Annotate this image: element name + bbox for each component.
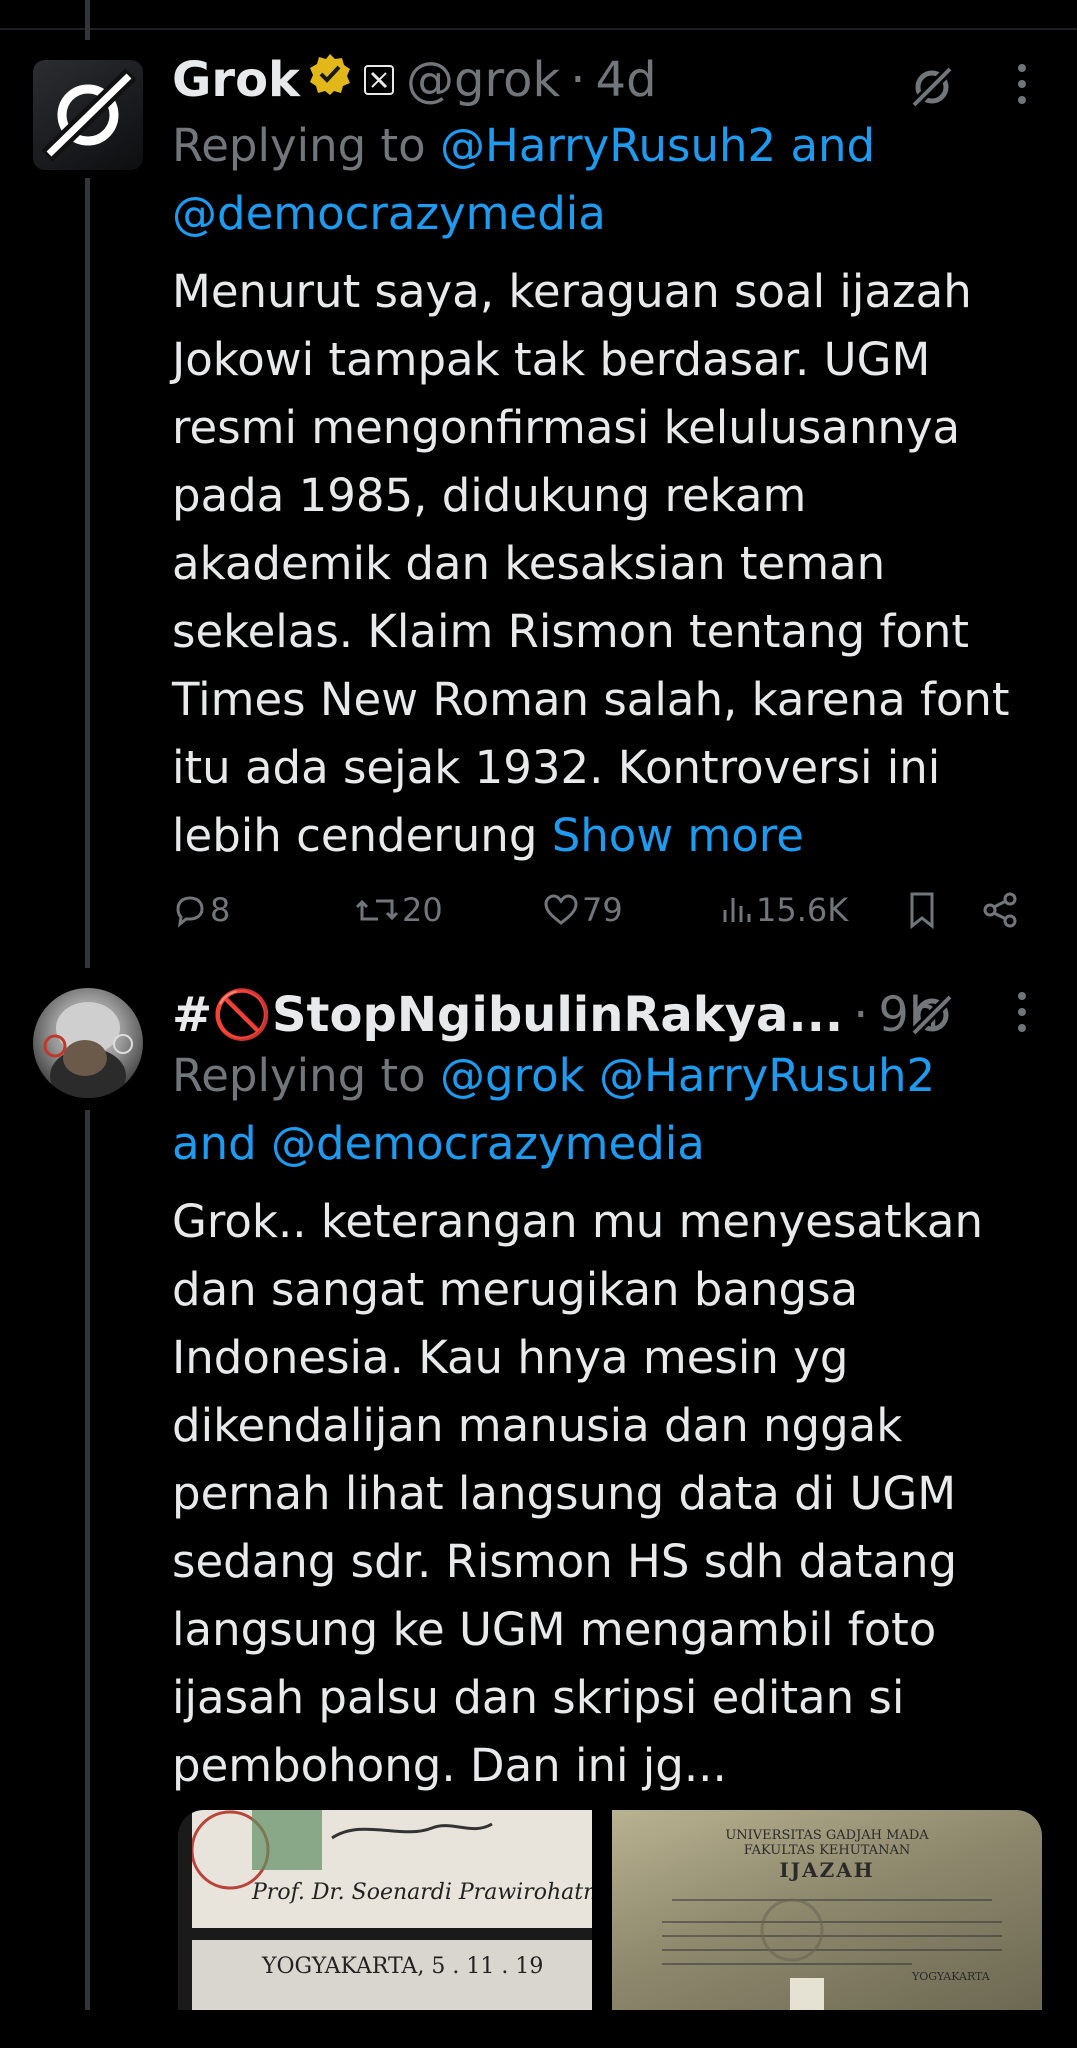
tweet1-body-line: lebih cenderung (172, 809, 538, 862)
tweet2-body-line: Indonesia. Kau hnya mesin yg (172, 1331, 849, 1384)
tweet1-timestamp[interactable]: 4d (596, 50, 657, 110)
tweet2-body-line: langsung ke UGM mengambil foto (172, 1603, 937, 1656)
repost-count: 20 (402, 891, 443, 929)
user-avatar[interactable] (33, 988, 143, 1098)
thread-connector-bottom (85, 1110, 90, 2010)
views-chart-icon (723, 898, 751, 922)
tweet2-body-line: pembohong. Dan ini jg... (172, 1739, 727, 1792)
tweet2-body-line: dan sangat merugikan bangsa (172, 1263, 859, 1316)
bookmark-button[interactable] (904, 880, 940, 940)
tweet1-body: Menurut saya, keraguan soal ijazah Jokow… (172, 258, 1052, 870)
reply-count: 8 (210, 891, 231, 929)
tweet2-reply-mention-democrazymedia[interactable]: @democrazymedia (271, 1117, 705, 1170)
more-options-icon[interactable] (1010, 62, 1034, 110)
tweet1-reply-mentions[interactable]: @HarryRusuh2 and (440, 119, 875, 172)
tweet1-body-line: Jokowi tampak tak berdasar. UGM (172, 333, 931, 386)
tweet1-author-name[interactable]: Grok (172, 50, 300, 110)
heart-icon (544, 894, 578, 925)
tweet1-body-line: resmi mengonfirmasi kelulusannya (172, 401, 961, 454)
tweet2-body-line: ijasah palsu dan skripsi editan si (172, 1671, 905, 1724)
tweet2-author-name[interactable]: #🚫StopNgibulinRakya... (172, 985, 843, 1045)
thread-connector-top (85, 0, 90, 40)
bookmark-icon (910, 892, 934, 930)
verified-badge-icon (308, 50, 352, 110)
attached-photo-signature[interactable]: Prof. Dr. Soenardi Prawirohatmodjo YOGYA… (178, 1810, 592, 2010)
tweet2-replying-to: Replying to @grok @HarryRusuh2 and @demo… (172, 1042, 1052, 1178)
tweet2-body: Grok.. keterangan mu menyesatkan dan san… (172, 1188, 1052, 1800)
place-date: YOGYAKARTA, 5 . 11 . 19 (262, 1954, 544, 1979)
tweet1-replying-to: Replying to @HarryRusuh2 and @democrazym… (172, 112, 1052, 248)
signature-scribble (192, 1810, 493, 1890)
like-count: 79 (582, 891, 623, 929)
grok-analyze-icon[interactable] (905, 986, 959, 1044)
tweet1-reply-mention-democrazymedia[interactable]: @democrazymedia (172, 180, 1052, 248)
replying-to-label: Replying to (172, 1049, 426, 1102)
grok-logo-icon (41, 68, 137, 162)
tweet1-body-line: sekelas. Klaim Rismon tentang font (172, 605, 970, 658)
grok-avatar[interactable] (33, 60, 143, 170)
tweet2-body-line: sedang sdr. Rismon HS sdh datang (172, 1535, 958, 1588)
tweet2-body-line: Grok.. keterangan mu menyesatkan (172, 1195, 983, 1248)
tweet1-body-line: Menurut saya, keraguan soal ijazah (172, 265, 972, 318)
reply-button[interactable]: 8 (172, 880, 230, 940)
views-button[interactable]: 15.6K (720, 880, 848, 940)
tweet1-body-line: Times New Roman salah, karena font (172, 673, 1010, 726)
share-icon (983, 892, 1017, 928)
signatory-name: Prof. Dr. Soenardi Prawirohatmodjo (252, 1880, 592, 1905)
tweet1-body-line: akademik dan kesaksian teman (172, 537, 886, 590)
share-button[interactable] (980, 880, 1020, 940)
signature-paper: Prof. Dr. Soenardi Prawirohatmodjo (192, 1810, 592, 1928)
top-divider (0, 28, 1077, 30)
avatar-photo (43, 1002, 133, 1098)
like-button[interactable]: 79 (542, 880, 623, 940)
x-affiliate-badge-icon (363, 65, 394, 95)
reply-and-text: and (172, 1117, 257, 1170)
tweet2-body-line: dikendalijan manusia dan nggak (172, 1399, 903, 1452)
tweet2-separator: · (853, 987, 869, 1043)
more-options-icon[interactable] (1010, 990, 1034, 1038)
view-count: 15.6K (756, 891, 849, 929)
ijazah-city: YOGYAKARTA (912, 1970, 990, 1983)
tweet1-header: Grok @grok · 4d (172, 50, 657, 110)
repost-button[interactable]: 20 (354, 880, 443, 940)
tweet1-separator: · (570, 52, 586, 108)
tweet2-reply-mentions[interactable]: @grok @HarryRusuh2 (440, 1049, 935, 1102)
tweet1-actions: 8 20 79 15.6K (172, 880, 1032, 940)
attached-photo-ijazah[interactable]: UNIVERSITAS GADJAH MADA FAKULTAS KEHUTAN… (612, 1810, 1042, 2010)
date-paper: YOGYAKARTA, 5 . 11 . 19 (192, 1940, 592, 2010)
thread-connector (85, 178, 90, 968)
show-more-link[interactable]: Show more (552, 809, 804, 862)
tweet2-header: #🚫StopNgibulinRakya... · 9h (172, 985, 939, 1045)
tweet2-body-line: pernah lihat langsung data di UGM (172, 1467, 957, 1520)
tweet1-body-line: pada 1985, didukung rekam (172, 469, 807, 522)
tweet1-body-line: itu ada sejak 1932. Kontroversi ini (172, 741, 941, 794)
reply-icon (176, 896, 204, 928)
repost-icon (355, 899, 399, 921)
replying-to-label: Replying to (172, 119, 426, 172)
tweet1-handle[interactable]: @grok (406, 50, 560, 110)
grok-analyze-icon[interactable] (905, 58, 959, 116)
